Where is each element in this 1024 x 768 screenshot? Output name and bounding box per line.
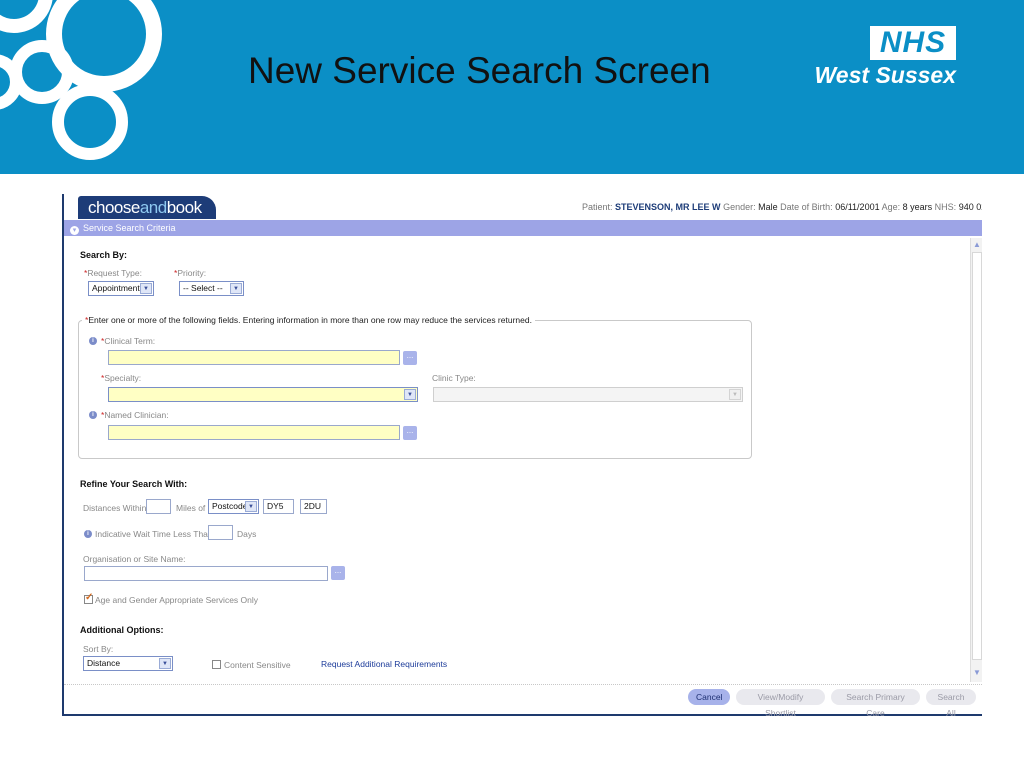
info-icon[interactable]: i — [89, 337, 97, 345]
nhs-logo-place: West Sussex — [814, 62, 956, 88]
priority-select[interactable]: -- Select -- ▼ — [179, 281, 244, 296]
dob-value: 06/11/2001 — [835, 202, 880, 212]
brand-part-book: book — [166, 198, 202, 217]
named-clinician-label: *Named Clinician: — [101, 410, 169, 420]
postcode-part1-input[interactable]: DY5 — [263, 499, 294, 514]
postcode-part2-input[interactable]: 2DU — [300, 499, 327, 514]
choose-and-book-window: chooseandbook Patient: STEVENSON, MR LEE… — [62, 194, 982, 718]
location-type-select[interactable]: Postcode ▼ — [208, 499, 259, 514]
wait-time-input[interactable] — [208, 525, 233, 540]
request-type-select[interactable]: Appointment ▼ — [88, 281, 154, 296]
age-value: 8 years — [902, 202, 933, 212]
specialty-select[interactable]: ▼ — [108, 387, 418, 402]
scroll-up-arrow-icon[interactable]: ▲ — [972, 240, 982, 252]
slide-title: New Service Search Screen — [248, 50, 711, 91]
chevron-down-icon[interactable]: ▼ — [404, 389, 416, 400]
age-label: Age: — [881, 202, 901, 212]
organisation-label: Organisation or Site Name: — [83, 554, 186, 564]
brand-part-choose: choose — [88, 198, 140, 217]
nhs-number-value: 940 026 052 — [958, 202, 982, 212]
slide-header: New Service Search Screen NHS West Susse… — [0, 0, 1024, 174]
section-title: Service Search Criteria — [83, 223, 176, 233]
miles-of-label: Miles of — [176, 503, 206, 513]
view-modify-shortlist-button[interactable]: View/Modify Shortlist — [736, 689, 825, 718]
clinical-term-lookup-button[interactable]: ... — [403, 351, 417, 365]
dob-label: Date of Birth: — [780, 202, 833, 212]
distance-input[interactable] — [146, 499, 171, 514]
info-icon[interactable]: i — [89, 411, 97, 419]
vertical-scrollbar[interactable]: ▲ ▼ — [970, 238, 982, 682]
content-sensitive-label: Content Sensitive — [224, 660, 291, 670]
named-clinician-input[interactable] — [108, 425, 400, 440]
wait-time-label: Indicative Wait Time Less Than — [95, 529, 213, 539]
distances-within-label: Distances Within — [83, 503, 147, 513]
scrollbar-thumb[interactable] — [972, 252, 982, 660]
service-search-criteria-header[interactable]: ▾ Service Search Criteria — [64, 220, 982, 236]
organisation-input[interactable] — [84, 566, 328, 581]
gender-value: Male — [758, 202, 778, 212]
search-by-heading: Search By: — [80, 250, 128, 260]
bottom-divider — [64, 684, 982, 685]
chevron-down-icon[interactable]: ▼ — [729, 389, 741, 400]
days-label: Days — [237, 529, 257, 539]
priority-label: *Priority: — [174, 268, 207, 278]
collapse-icon[interactable]: ▾ — [70, 226, 79, 235]
gender-label: Gender: — [723, 202, 756, 212]
refine-search-heading: Refine Your Search With: — [80, 479, 188, 489]
clinic-type-label: Clinic Type: — [432, 373, 476, 383]
patient-banner: Patient: STEVENSON, MR LEE W Gender: Mal… — [582, 202, 982, 212]
clinical-term-input[interactable] — [108, 350, 400, 365]
additional-options-heading: Additional Options: — [80, 625, 164, 635]
patient-label: Patient: — [582, 202, 613, 212]
nhs-logo: NHS West Sussex — [815, 26, 990, 96]
clinic-type-select[interactable]: ▼ — [433, 387, 743, 402]
info-icon[interactable]: i — [84, 530, 92, 538]
search-all-button[interactable]: Search All — [926, 689, 976, 718]
cancel-button[interactable]: Cancel — [688, 689, 730, 705]
named-clinician-lookup-button[interactable]: ... — [403, 426, 417, 440]
scroll-down-arrow-icon[interactable]: ▼ — [972, 668, 982, 680]
nhs-number-label: NHS: — [934, 202, 957, 212]
content-sensitive-checkbox[interactable] — [212, 660, 221, 669]
chevron-down-icon[interactable]: ▼ — [140, 283, 152, 294]
clinical-term-label: *Clinical Term: — [101, 336, 156, 346]
organisation-lookup-button[interactable]: ... — [331, 566, 345, 580]
chevron-down-icon[interactable]: ▼ — [245, 501, 257, 512]
age-gender-label: Age and Gender Appropriate Services Only — [95, 595, 259, 605]
sort-by-label: Sort By: — [83, 644, 114, 654]
decorative-circles-graphic — [0, 0, 162, 160]
choose-and-book-logo: chooseandbook — [78, 196, 216, 219]
chevron-down-icon[interactable]: ▼ — [230, 283, 242, 294]
specialty-label: *Specialty: — [101, 373, 142, 383]
sort-by-select[interactable]: Distance ▼ — [83, 656, 173, 671]
patient-name: STEVENSON, MR LEE W — [615, 202, 721, 212]
age-gender-checkbox[interactable] — [84, 592, 93, 604]
search-fields-legend: *Enter one or more of the following fiel… — [82, 315, 535, 325]
request-additional-requirements-link[interactable]: Request Additional Requirements — [321, 659, 447, 669]
brand-part-and: and — [139, 198, 167, 217]
nhs-logo-box: NHS — [870, 26, 956, 60]
search-primary-care-button[interactable]: Search Primary Care — [831, 689, 920, 718]
chevron-down-icon[interactable]: ▼ — [159, 658, 171, 669]
request-type-label: *Request Type: — [84, 268, 142, 278]
